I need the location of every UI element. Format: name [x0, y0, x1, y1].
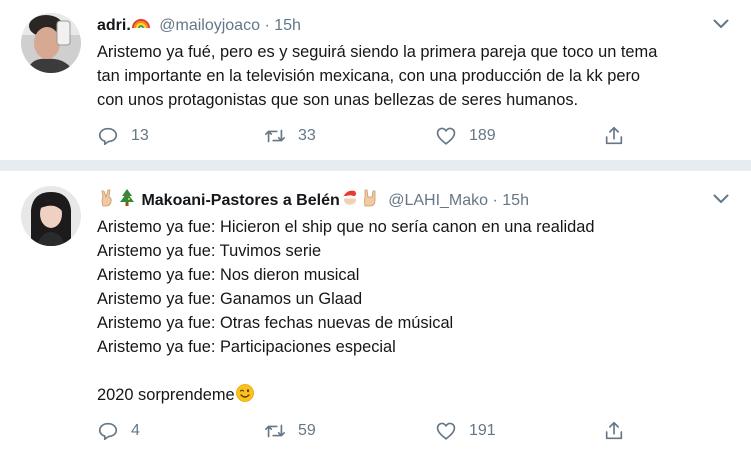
heart-icon [436, 422, 456, 440]
christmas-tree-emoji [117, 188, 137, 208]
retweet-button[interactable]: 59 [264, 419, 316, 443]
reply-count: 4 [131, 422, 140, 439]
tweet-text-line: Aristemo ya fué, pero es y seguirá siend… [97, 43, 658, 61]
tweet-header: Makoani-Pastores a Belén @LAHI_Mako · 15… [97, 188, 529, 210]
timestamp[interactable]: 15h [274, 17, 301, 34]
santa-emoji [340, 188, 360, 208]
tweet-card-2[interactable]: Makoani-Pastores a Belén @LAHI_Mako · 15… [0, 171, 751, 455]
avatar[interactable] [21, 186, 81, 246]
tweet-text-line: Aristemo ya fue: Tuvimos serie [97, 242, 322, 260]
victory-hand-emoji [97, 188, 117, 208]
tweet-text-line: Aristemo ya fue: Ganamos un Glaad [97, 290, 363, 308]
display-name[interactable]: adri. [97, 17, 131, 34]
retweet-icon [265, 424, 285, 438]
reply-count: 13 [131, 127, 149, 144]
retweet-button[interactable]: 33 [264, 124, 316, 148]
tweet-text: Aristemo ya fue: Hicieron el ship que no… [97, 215, 717, 407]
share-button[interactable] [603, 419, 625, 443]
timestamp[interactable]: 15h [502, 192, 529, 209]
share-button[interactable] [603, 124, 625, 148]
tweet-text: Aristemo ya fué, pero es y seguirá siend… [97, 40, 737, 112]
chevron-down-icon[interactable] [713, 194, 729, 204]
user-handle[interactable]: @LAHI_Mako [388, 192, 488, 209]
like-count: 191 [469, 422, 496, 439]
tweet-text-line: Aristemo ya fue: Nos dieron musical [97, 266, 360, 284]
like-count: 189 [469, 127, 496, 144]
tweet-header: adri. @mailoyjoaco · 15h [97, 13, 301, 35]
avatar[interactable] [21, 13, 81, 73]
retweet-count: 33 [298, 127, 316, 144]
reply-button[interactable]: 13 [97, 124, 149, 148]
tweet-text-line: tan importante en la televisión mexicana… [97, 67, 641, 85]
tweet-actions: 13 33 189 [97, 124, 637, 148]
separator-dot: · [492, 192, 498, 209]
reply-icon [98, 422, 118, 441]
tweet-text-line: Aristemo ya fue: Hicieron el ship que no… [97, 218, 595, 236]
tweet-text-last-line: 2020 sorprendeme [97, 383, 717, 407]
winking-face-emoji [235, 383, 255, 403]
tweet-card-1[interactable]: adri. @mailoyjoaco · 15h Aristemo ya fué… [0, 0, 751, 160]
chevron-down-icon[interactable] [713, 19, 729, 29]
retweet-count: 59 [298, 422, 316, 439]
retweet-icon [265, 129, 285, 143]
heart-icon [436, 127, 456, 145]
horns-hand-emoji [360, 188, 380, 208]
rainbow-emoji [131, 13, 151, 33]
tweet-text-line: Aristemo ya fue: Participaciones especia… [97, 338, 396, 356]
display-name[interactable]: Makoani-Pastores a Belén [141, 192, 339, 209]
tweet-text-line: Aristemo ya fue: Otras fechas nuevas de … [97, 314, 454, 332]
reply-button[interactable]: 4 [97, 419, 140, 443]
share-icon [605, 421, 623, 440]
feed-divider [0, 160, 751, 171]
tweet-text-line: 2020 sorprendeme [97, 386, 235, 404]
reply-icon [98, 127, 118, 146]
tweet-text-line: con unos protagonistas que son unas bell… [97, 91, 579, 109]
tweet-actions: 4 59 191 [97, 419, 637, 443]
separator-dot: · [264, 17, 270, 34]
like-button[interactable]: 189 [435, 124, 496, 148]
share-icon [605, 126, 623, 145]
user-handle[interactable]: @mailoyjoaco [159, 17, 260, 34]
like-button[interactable]: 191 [435, 419, 496, 443]
